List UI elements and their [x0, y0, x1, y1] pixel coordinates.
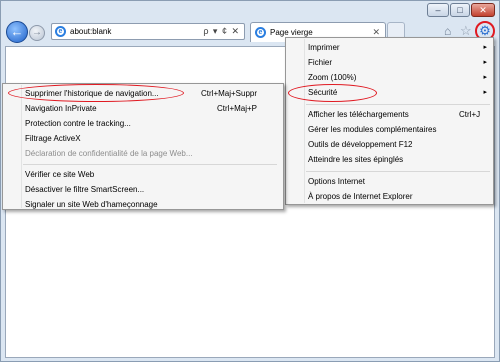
- menu-item-fichier[interactable]: Fichier ▸: [288, 55, 491, 70]
- menu-item-verifier-site[interactable]: Vérifier ce site Web: [5, 167, 281, 182]
- menu-item-label: Filtrage ActiveX: [25, 134, 81, 143]
- tab-title: Page vierge: [270, 28, 313, 37]
- tools-menu: Imprimer ▸ Fichier ▸ Zoom (100%) ▸ Sécur…: [285, 37, 494, 205]
- menu-separator: [23, 164, 277, 165]
- submenu-arrow-icon: ▸: [483, 74, 487, 81]
- menu-item-outils-dev[interactable]: Outils de développement F12: [288, 137, 491, 152]
- menu-item-label: Afficher les téléchargements: [308, 110, 409, 119]
- home-icon[interactable]: ⌂: [444, 24, 451, 38]
- menu-item-activex[interactable]: Filtrage ActiveX: [5, 131, 281, 146]
- menu-item-label: Outils de développement F12: [308, 140, 413, 149]
- menu-item-inprivate[interactable]: Navigation InPrivate Ctrl+Maj+P: [5, 101, 281, 116]
- menu-item-confidentialite: Déclaration de confidentialité de la pag…: [5, 146, 281, 161]
- menu-item-sites-epingles[interactable]: Atteindre les sites épinglés: [288, 152, 491, 167]
- menu-item-telechargements[interactable]: Afficher les téléchargements Ctrl+J: [288, 107, 491, 122]
- menu-item-options-internet[interactable]: Options Internet: [288, 174, 491, 189]
- submenu-arrow-icon: ▸: [483, 44, 487, 51]
- title-bar: – □ ✕: [1, 1, 499, 17]
- ie-tab-icon: e: [255, 27, 266, 38]
- menu-item-label: Options Internet: [308, 177, 365, 186]
- submenu-arrow-icon: ▸: [483, 89, 487, 96]
- forward-button[interactable]: →: [29, 25, 45, 41]
- menu-item-label: Imprimer: [308, 43, 340, 52]
- annotation-circle-securite: [288, 84, 377, 102]
- address-input[interactable]: about:blank: [70, 27, 111, 36]
- menu-item-imprimer[interactable]: Imprimer ▸: [288, 40, 491, 55]
- menu-separator: [306, 171, 490, 172]
- menu-item-a-propos[interactable]: À propos de Internet Explorer: [288, 189, 491, 204]
- close-button[interactable]: ✕: [471, 3, 495, 17]
- menu-item-modules[interactable]: Gérer les modules complémentaires: [288, 122, 491, 137]
- address-bar[interactable]: e about:blank ρ ▾ ¢ ✕: [51, 23, 245, 40]
- minimize-button[interactable]: –: [427, 3, 449, 17]
- menu-item-label: Fichier: [308, 58, 333, 67]
- menu-item-smartscreen[interactable]: Désactiver le filtre SmartScreen...: [5, 182, 281, 197]
- search-refresh-stop-icons[interactable]: ρ ▾ ¢ ✕: [203, 26, 240, 37]
- menu-item-label: Vérifier ce site Web: [25, 170, 95, 179]
- menu-item-label: Navigation InPrivate: [25, 104, 97, 113]
- submenu-arrow-icon: ▸: [483, 59, 487, 66]
- menu-item-shortcut: Ctrl+J: [459, 110, 481, 119]
- menu-item-label: Signaler un site Web d'hameçonnage: [25, 200, 158, 209]
- menu-item-label: Protection contre le tracking...: [25, 119, 131, 128]
- menu-item-zoom[interactable]: Zoom (100%) ▸: [288, 70, 491, 85]
- back-button[interactable]: ←: [6, 21, 28, 43]
- ie-page-icon: e: [55, 26, 66, 37]
- menu-item-label: À propos de Internet Explorer: [308, 192, 413, 201]
- menu-item-label: Désactiver le filtre SmartScreen...: [25, 185, 145, 194]
- menu-item-label: Déclaration de confidentialité de la pag…: [25, 149, 193, 158]
- menu-item-label: Atteindre les sites épinglés: [308, 155, 404, 164]
- menu-item-tracking[interactable]: Protection contre le tracking...: [5, 116, 281, 131]
- menu-item-label: Zoom (100%): [308, 73, 357, 82]
- maximize-button[interactable]: □: [450, 3, 470, 17]
- menu-item-shortcut: Ctrl+Maj+P: [217, 104, 258, 113]
- annotation-circle-supprimer: [8, 84, 184, 102]
- security-submenu: Supprimer l'historique de navigation... …: [2, 83, 284, 210]
- menu-item-shortcut: Ctrl+Maj+Suppr: [201, 89, 258, 98]
- menu-separator: [306, 104, 490, 105]
- menu-item-label: Gérer les modules complémentaires: [308, 125, 437, 134]
- menu-item-signaler-hameconnage[interactable]: Signaler un site Web d'hameçonnage: [5, 197, 281, 212]
